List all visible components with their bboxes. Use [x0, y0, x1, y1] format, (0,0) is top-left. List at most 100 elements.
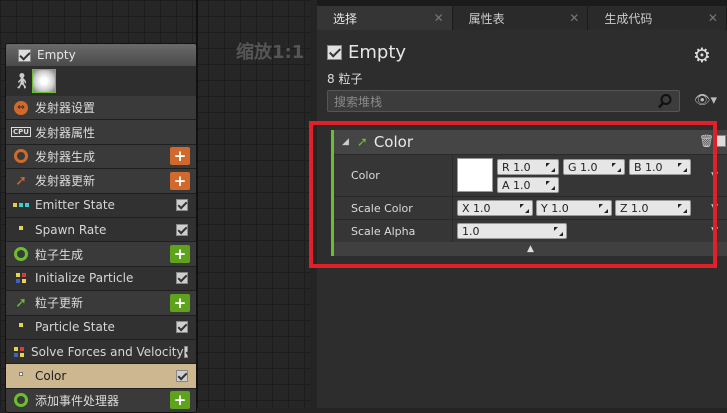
- trash-icon[interactable]: 🗑︎: [699, 134, 714, 148]
- enable-checkbox[interactable]: [327, 45, 342, 60]
- property-row-scale-color: Scale Color X 1.0 Y 1.0 Z 1.0 ▼: [334, 196, 727, 219]
- module-enable-checkbox[interactable]: [714, 135, 726, 147]
- details-title: Empty: [327, 42, 406, 63]
- module-enable-checkbox[interactable]: [176, 272, 188, 285]
- property-label: Scale Alpha: [351, 224, 416, 238]
- add-module-button[interactable]: +: [170, 171, 190, 190]
- search-placeholder: 搜索堆栈: [334, 94, 383, 109]
- drag-handle-icon[interactable]: [546, 181, 555, 190]
- module-enable-checkbox[interactable]: [176, 199, 188, 212]
- drag-handle-icon[interactable]: [612, 163, 621, 172]
- property-label: Color: [351, 169, 380, 182]
- g-field[interactable]: G 1.0: [563, 159, 625, 175]
- module-enable-checkbox[interactable]: [176, 223, 188, 236]
- collapse-up-icon[interactable]: ▲: [334, 242, 727, 256]
- field-text: R 1.0: [502, 161, 531, 174]
- dots-icon: [13, 197, 29, 213]
- graph-canvas[interactable]: 缩放1:1 Empty 🚶︎ ⇔ 发射器设置 CPU 发射器属性 发射器生成 + ➚ 发射器更…: [0, 0, 310, 413]
- add-module-button[interactable]: +: [170, 245, 190, 264]
- emitter-settings-icon: ⇔: [13, 100, 29, 116]
- property-row-color: Color R 1.0 G 1.0 B 1.0 A 1.0 ▼: [334, 154, 727, 196]
- collapse-triangle-icon[interactable]: ◢: [342, 137, 349, 147]
- eye-icon[interactable]: 👁︎▾: [694, 93, 717, 108]
- module-label: Emitter State: [35, 198, 115, 213]
- r-field[interactable]: R 1.0: [497, 159, 559, 175]
- module-label: Particle State: [35, 320, 115, 335]
- module-enable-checkbox[interactable]: [176, 321, 188, 334]
- close-icon[interactable]: ✕: [434, 11, 444, 25]
- module-row[interactable]: ➚ 发射器更新 +: [6, 169, 196, 194]
- arrow-orange-icon: ➚: [15, 172, 27, 189]
- z-field[interactable]: Z 1.0: [615, 200, 691, 216]
- module-label: 发射器属性: [35, 125, 96, 140]
- module-label: 粒子生成: [35, 247, 84, 262]
- drag-handle-icon[interactable]: [678, 163, 687, 172]
- drag-handle-icon[interactable]: [678, 204, 687, 213]
- field-text: X 1.0: [462, 202, 491, 215]
- emitter-thumbnail[interactable]: [32, 69, 56, 93]
- module-row[interactable]: Particle State: [6, 315, 196, 340]
- close-icon[interactable]: ✕: [708, 11, 718, 25]
- alpha-field[interactable]: 1.0: [457, 223, 567, 239]
- module-row[interactable]: 添加事件处理器 +: [6, 388, 196, 412]
- tab-label: 属性表: [468, 11, 505, 26]
- emitter-header[interactable]: Empty: [6, 44, 196, 66]
- y-field[interactable]: Y 1.0: [536, 200, 612, 216]
- drag-handle-icon[interactable]: [546, 163, 555, 172]
- color-module-header[interactable]: ◢ ➚ Color 🗑︎: [334, 130, 727, 154]
- close-icon[interactable]: ✕: [569, 11, 579, 25]
- module-row[interactable]: Initialize Particle: [6, 266, 196, 292]
- tab-properties[interactable]: 属性表 ✕: [452, 6, 589, 30]
- drag-handle-icon[interactable]: [599, 204, 608, 213]
- module-row[interactable]: ⇔ 发射器设置: [6, 96, 196, 121]
- tab-label: 生成代码: [604, 11, 653, 26]
- x-field[interactable]: X 1.0: [457, 200, 533, 216]
- ring-orange-icon: [13, 148, 29, 164]
- module-enable-checkbox[interactable]: [176, 369, 188, 382]
- gear-icon[interactable]: ⚙: [691, 44, 713, 66]
- module-row[interactable]: 粒子生成 +: [6, 242, 196, 267]
- field-text: Z 1.0: [620, 202, 649, 215]
- drag-handle-icon[interactable]: [520, 204, 529, 213]
- add-module-button[interactable]: +: [170, 293, 190, 312]
- a-field[interactable]: A 1.0: [497, 177, 559, 193]
- module-row[interactable]: CPU 发射器属性: [6, 120, 196, 145]
- module-label: 发射器生成: [35, 149, 96, 164]
- person-icon[interactable]: 🚶︎: [12, 71, 31, 91]
- tab-label: 选择: [333, 11, 358, 26]
- color-swatch[interactable]: [457, 158, 493, 192]
- cpu-icon: CPU: [11, 127, 31, 138]
- module-row[interactable]: Spawn Rate: [6, 217, 196, 243]
- module-row[interactable]: 发射器生成 +: [6, 144, 196, 170]
- b-field[interactable]: B 1.0: [629, 159, 691, 175]
- module-row[interactable]: ➚ 粒子更新 +: [6, 291, 196, 316]
- property-row-scale-alpha: Scale Alpha 1.0 ▼: [334, 219, 727, 242]
- ring-green-icon: [13, 392, 29, 408]
- dot-white-icon: [13, 368, 29, 384]
- add-module-button[interactable]: +: [170, 391, 190, 410]
- emitter-enable-checkbox[interactable]: [18, 48, 31, 62]
- module-list: ⇔ 发射器设置 CPU 发射器属性 发射器生成 + ➚ 发射器更新 + Emitter State…: [6, 96, 196, 412]
- dots-multi-icon: [13, 270, 29, 286]
- chevron-down-icon[interactable]: ▼: [711, 226, 718, 236]
- search-input[interactable]: 搜索堆栈: [327, 90, 680, 112]
- module-row[interactable]: Emitter State: [6, 193, 196, 218]
- color-module-panel: ◢ ➚ Color 🗑︎ Color R 1.0 G 1.0 B 1.0 A 1…: [331, 130, 727, 256]
- module-row[interactable]: Solve Forces and Velocity: [6, 339, 196, 365]
- add-module-button[interactable]: +: [170, 147, 190, 166]
- zoom-label: 缩放1:1: [236, 42, 305, 63]
- module-label: Color: [35, 368, 67, 383]
- chevron-down-icon[interactable]: ▼: [711, 171, 718, 181]
- field-text: Y 1.0: [541, 202, 569, 215]
- module-row[interactable]: Color: [6, 364, 196, 389]
- chevron-down-icon[interactable]: ▼: [711, 203, 718, 213]
- emitter-node[interactable]: Empty 🚶︎ ⇔ 发射器设置 CPU 发射器属性 发射器生成 + ➚ 发射器更新 + Emit…: [5, 43, 197, 413]
- dot-yellow-icon: [13, 222, 29, 238]
- tab-generated-code[interactable]: 生成代码 ✕: [588, 6, 727, 30]
- module-label: 添加事件处理器: [35, 393, 120, 408]
- drag-handle-icon[interactable]: [554, 227, 563, 236]
- search-icon[interactable]: [657, 93, 673, 109]
- tab-selection[interactable]: 选择 ✕: [317, 6, 453, 30]
- module-enable-checkbox[interactable]: [183, 345, 188, 358]
- property-value: 1.0 ▼: [452, 220, 727, 242]
